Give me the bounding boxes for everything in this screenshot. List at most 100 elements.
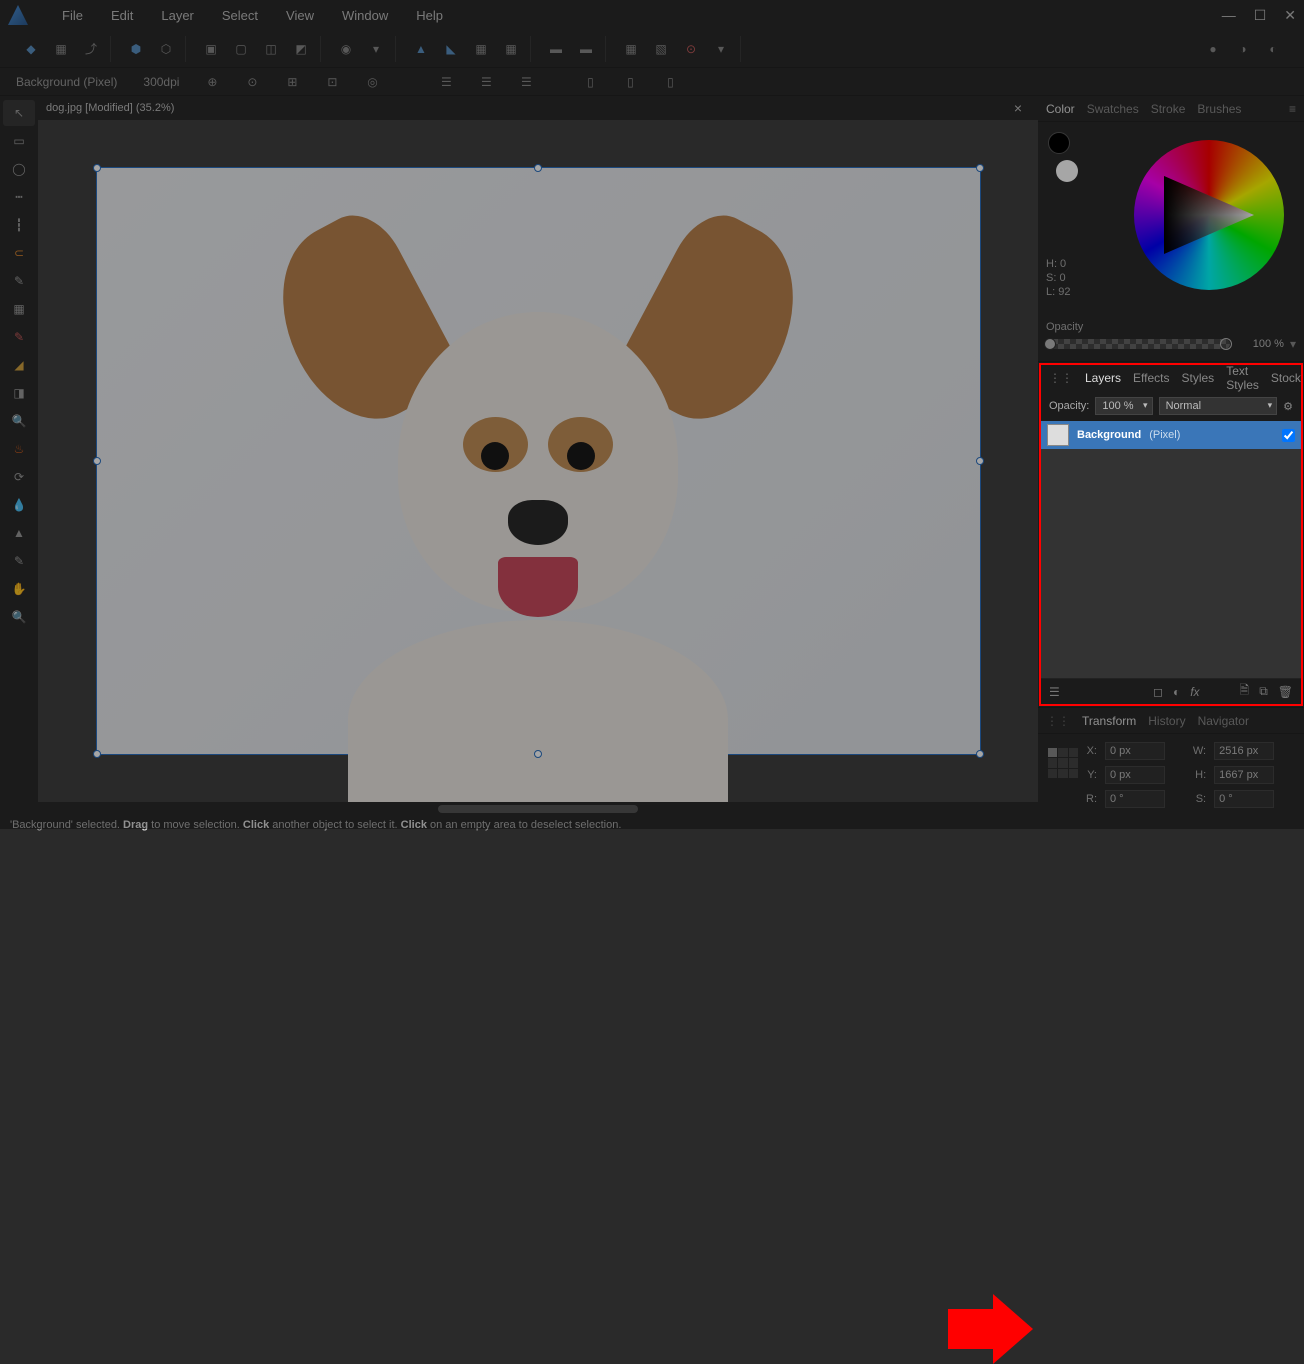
tab-stroke[interactable]: Stroke xyxy=(1151,102,1186,116)
layer-duplicate-icon[interactable]: ⧉ xyxy=(1259,684,1268,699)
arrange-back-icon[interactable]: ▬ xyxy=(573,36,599,62)
persona-icon[interactable]: ◆ xyxy=(18,36,44,62)
tab-history[interactable]: History xyxy=(1148,714,1185,728)
flip-h-icon[interactable]: ▲ xyxy=(408,36,434,62)
snap-settings-icon[interactable]: ⬡ xyxy=(153,36,179,62)
selection-handle[interactable] xyxy=(93,457,101,465)
add-shape-icon[interactable]: ● xyxy=(1200,36,1226,62)
tab-color[interactable]: Color xyxy=(1046,102,1075,116)
blur-tool-icon[interactable]: 💧 xyxy=(3,492,35,518)
menu-edit[interactable]: Edit xyxy=(97,8,147,23)
tab-brushes[interactable]: Brushes xyxy=(1197,102,1241,116)
ctx-opt-3-icon[interactable]: ⊞ xyxy=(279,69,305,95)
snapping-icon[interactable]: ⬢ xyxy=(123,36,149,62)
layer-item-background[interactable]: Background (Pixel) xyxy=(1041,421,1301,449)
opacity-dropdown-icon[interactable]: ▾ xyxy=(1290,337,1296,351)
selection-mode-icon[interactable]: ▾ xyxy=(363,36,389,62)
assistant-icon[interactable]: ▦ xyxy=(48,36,74,62)
scrollbar-thumb[interactable] xyxy=(438,805,638,813)
layer-visibility-checkbox[interactable] xyxy=(1282,429,1295,442)
menu-help[interactable]: Help xyxy=(402,8,457,23)
row-marquee-tool-icon[interactable]: ┅ xyxy=(3,184,35,210)
selection-handle[interactable] xyxy=(534,750,542,758)
color-triangle[interactable] xyxy=(1164,176,1254,254)
h-input[interactable] xyxy=(1214,766,1274,784)
tab-close-button[interactable]: × xyxy=(1014,100,1030,116)
selection-brush-tool-icon[interactable]: ✎ xyxy=(3,268,35,294)
layer-group-icon[interactable]: ☰ xyxy=(1049,685,1060,699)
paint-brush-tool-icon[interactable]: ✎ xyxy=(3,324,35,350)
secondary-color-swatch[interactable] xyxy=(1056,160,1078,182)
align-right-icon[interactable]: ☰ xyxy=(513,69,539,95)
maximize-button[interactable]: ☐ xyxy=(1254,7,1267,24)
smudge-tool-icon[interactable]: ⟳ xyxy=(3,464,35,490)
selection-handle[interactable] xyxy=(976,750,984,758)
flip-v-icon[interactable]: ◣ xyxy=(438,36,464,62)
invert-selection-icon[interactable]: ◫ xyxy=(258,36,284,62)
opacity-slider[interactable] xyxy=(1046,339,1230,349)
tab-layers[interactable]: Layers xyxy=(1085,371,1121,385)
column-marquee-tool-icon[interactable]: ┇ xyxy=(3,212,35,238)
align-middle-icon[interactable]: ▯ xyxy=(617,69,643,95)
move-tool-icon[interactable]: ↖ xyxy=(3,100,35,126)
ctx-opt-2-icon[interactable]: ⊙ xyxy=(239,69,265,95)
zoom-tool-icon[interactable]: 🔍 xyxy=(3,408,35,434)
panel-menu-icon[interactable]: ≡ xyxy=(1289,102,1296,116)
share-icon[interactable]: ⤴ xyxy=(78,36,104,62)
magnet-icon[interactable]: ⊙ xyxy=(678,36,704,62)
blend-mode-dropdown[interactable]: Normal xyxy=(1159,397,1278,415)
selection-handle[interactable] xyxy=(976,457,984,465)
deselect-icon[interactable]: ▢ xyxy=(228,36,254,62)
snap-dropdown-icon[interactable]: ▾ xyxy=(708,36,734,62)
document-tab[interactable]: dog.jpg [Modified] (35.2%) xyxy=(46,102,174,114)
view-tool-icon[interactable]: 🔍 xyxy=(3,604,35,630)
tab-effects[interactable]: Effects xyxy=(1133,371,1169,385)
layer-delete-icon[interactable]: 🗑 xyxy=(1278,685,1293,699)
rect-marquee-tool-icon[interactable]: ▭ xyxy=(3,128,35,154)
combine-icon[interactable]: ◑ xyxy=(1230,36,1256,62)
hand-tool-icon[interactable]: ✋ xyxy=(3,576,35,602)
tab-stock[interactable]: Stock xyxy=(1271,371,1301,385)
fill-tool-icon[interactable]: ◢ xyxy=(3,352,35,378)
subtract-icon[interactable]: ◐ xyxy=(1260,36,1286,62)
selection-handle[interactable] xyxy=(976,164,984,172)
layer-settings-icon[interactable]: ⚙ xyxy=(1283,400,1293,413)
tab-swatches[interactable]: Swatches xyxy=(1087,102,1139,116)
eyedropper-tool-icon[interactable]: ✎ xyxy=(3,548,35,574)
menu-layer[interactable]: Layer xyxy=(147,8,208,23)
arrange-front-icon[interactable]: ▬ xyxy=(543,36,569,62)
layer-opacity-dropdown[interactable]: 100 % xyxy=(1095,397,1152,415)
menu-window[interactable]: Window xyxy=(328,8,402,23)
ctx-opt-4-icon[interactable]: ⊡ xyxy=(319,69,345,95)
rotate-ccw-icon[interactable]: ▦ xyxy=(498,36,524,62)
menu-select[interactable]: Select xyxy=(208,8,272,23)
canvas-image[interactable] xyxy=(96,167,981,755)
rotate-cw-icon[interactable]: ▦ xyxy=(468,36,494,62)
selection-handle[interactable] xyxy=(534,164,542,172)
primary-color-swatch[interactable] xyxy=(1048,132,1070,154)
ctx-opt-5-icon[interactable]: ◎ xyxy=(359,69,385,95)
align-left-icon[interactable]: ☰ xyxy=(433,69,459,95)
tab-navigator[interactable]: Navigator xyxy=(1198,714,1249,728)
align-center-icon[interactable]: ☰ xyxy=(473,69,499,95)
ellipse-marquee-tool-icon[interactable]: ◯ xyxy=(3,156,35,182)
opacity-slider-end[interactable] xyxy=(1220,338,1232,350)
color-wheel[interactable] xyxy=(1134,140,1284,290)
selection-handle[interactable] xyxy=(93,164,101,172)
quick-mask-icon[interactable]: ◉ xyxy=(333,36,359,62)
x-input[interactable] xyxy=(1105,742,1165,760)
anchor-point-grid[interactable] xyxy=(1048,748,1078,778)
menu-view[interactable]: View xyxy=(272,8,328,23)
s-input[interactable] xyxy=(1214,790,1274,808)
tab-styles[interactable]: Styles xyxy=(1182,371,1215,385)
align-bottom-icon[interactable]: ▯ xyxy=(657,69,683,95)
align-top-icon[interactable]: ▯ xyxy=(577,69,603,95)
minimize-button[interactable]: — xyxy=(1222,7,1236,24)
close-button[interactable]: ✕ xyxy=(1284,7,1296,24)
lasso-tool-icon[interactable]: ⊂ xyxy=(3,240,35,266)
panel-grip-icon[interactable]: ⋮⋮ xyxy=(1049,371,1073,385)
y-input[interactable] xyxy=(1105,766,1165,784)
canvas-viewport[interactable] xyxy=(38,120,1038,802)
gradient-tool-icon[interactable]: ◨ xyxy=(3,380,35,406)
tab-transform[interactable]: Transform xyxy=(1082,714,1136,728)
